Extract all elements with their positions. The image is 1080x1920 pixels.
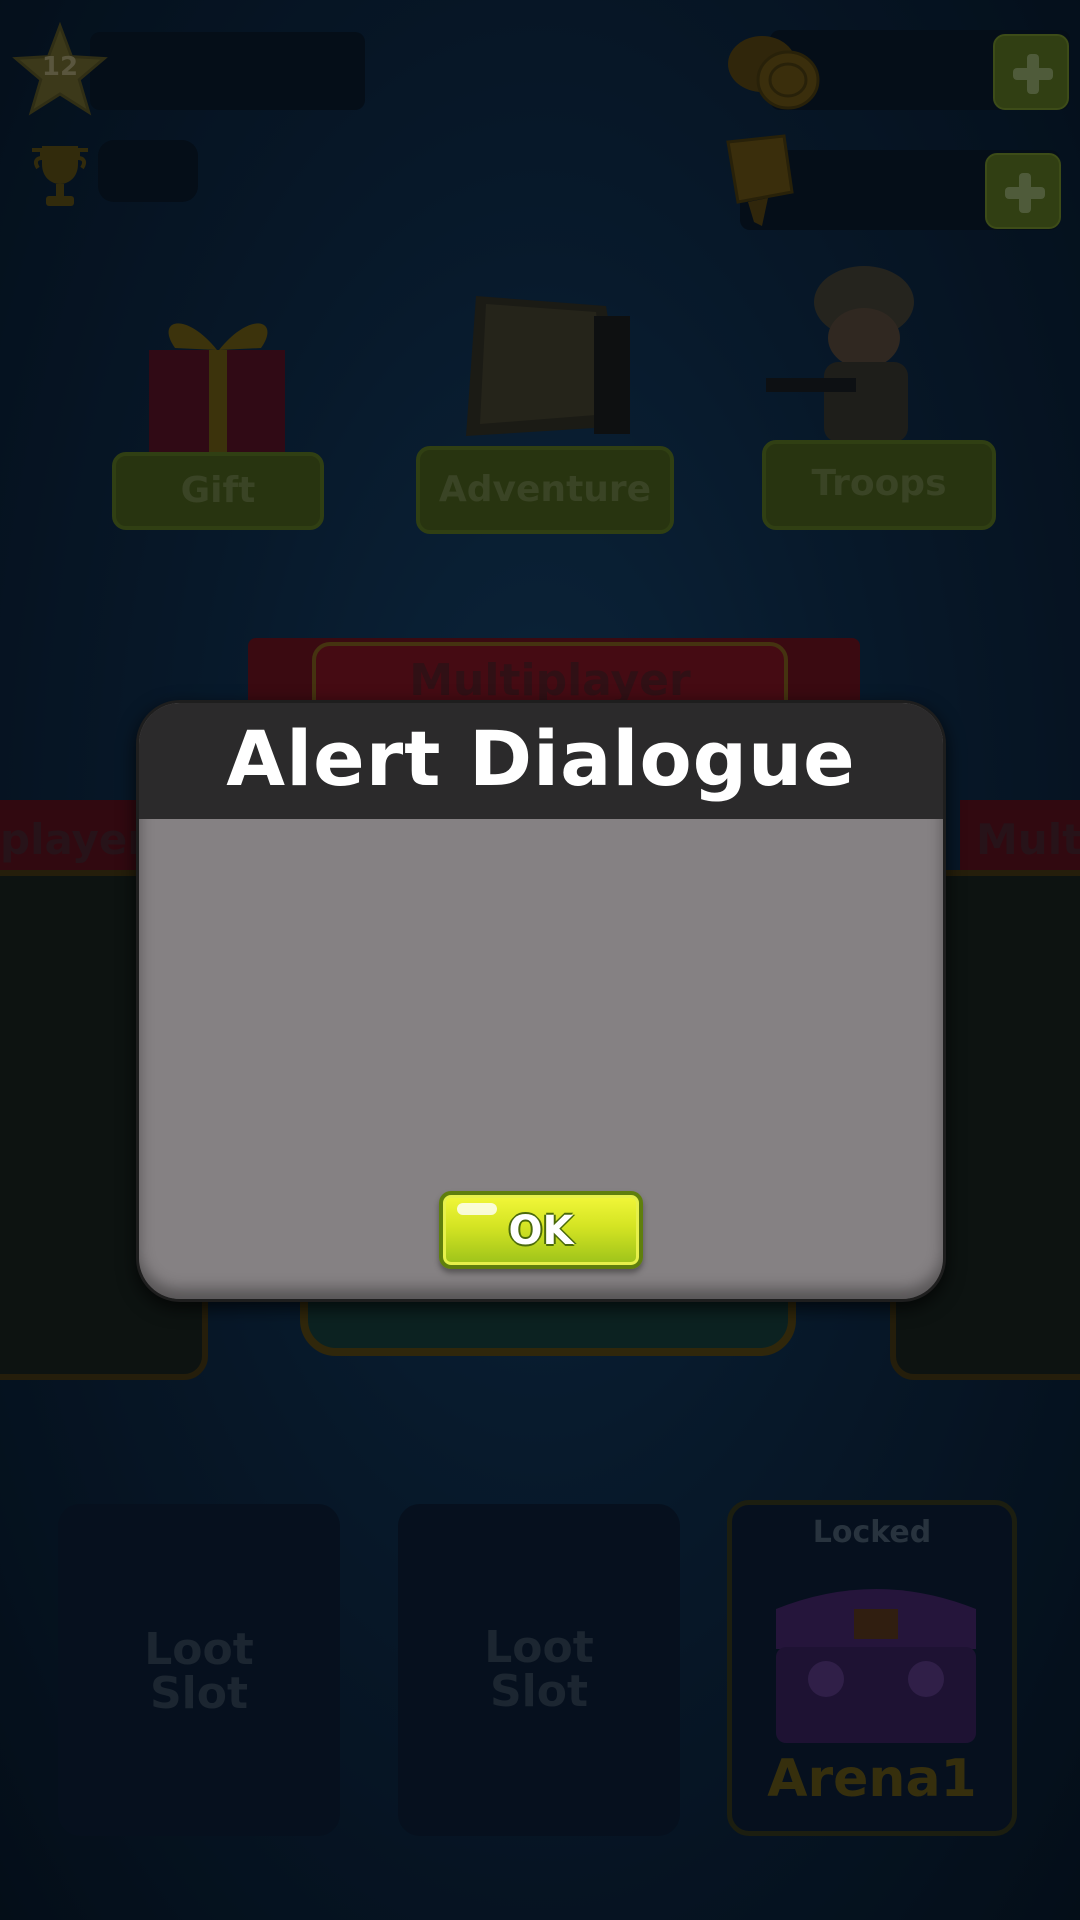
ok-button-label: OK — [508, 1208, 574, 1254]
ok-button[interactable]: OK — [439, 1191, 643, 1269]
game-screen: 12 Gift Adventure Troops Multiplayer pla… — [0, 0, 1080, 1920]
dialog-header: Alert Dialogue — [139, 703, 943, 819]
dialog-message — [139, 819, 943, 1179]
dialog-title: Alert Dialogue — [226, 714, 856, 803]
alert-dialog: Alert Dialogue OK — [136, 700, 946, 1302]
